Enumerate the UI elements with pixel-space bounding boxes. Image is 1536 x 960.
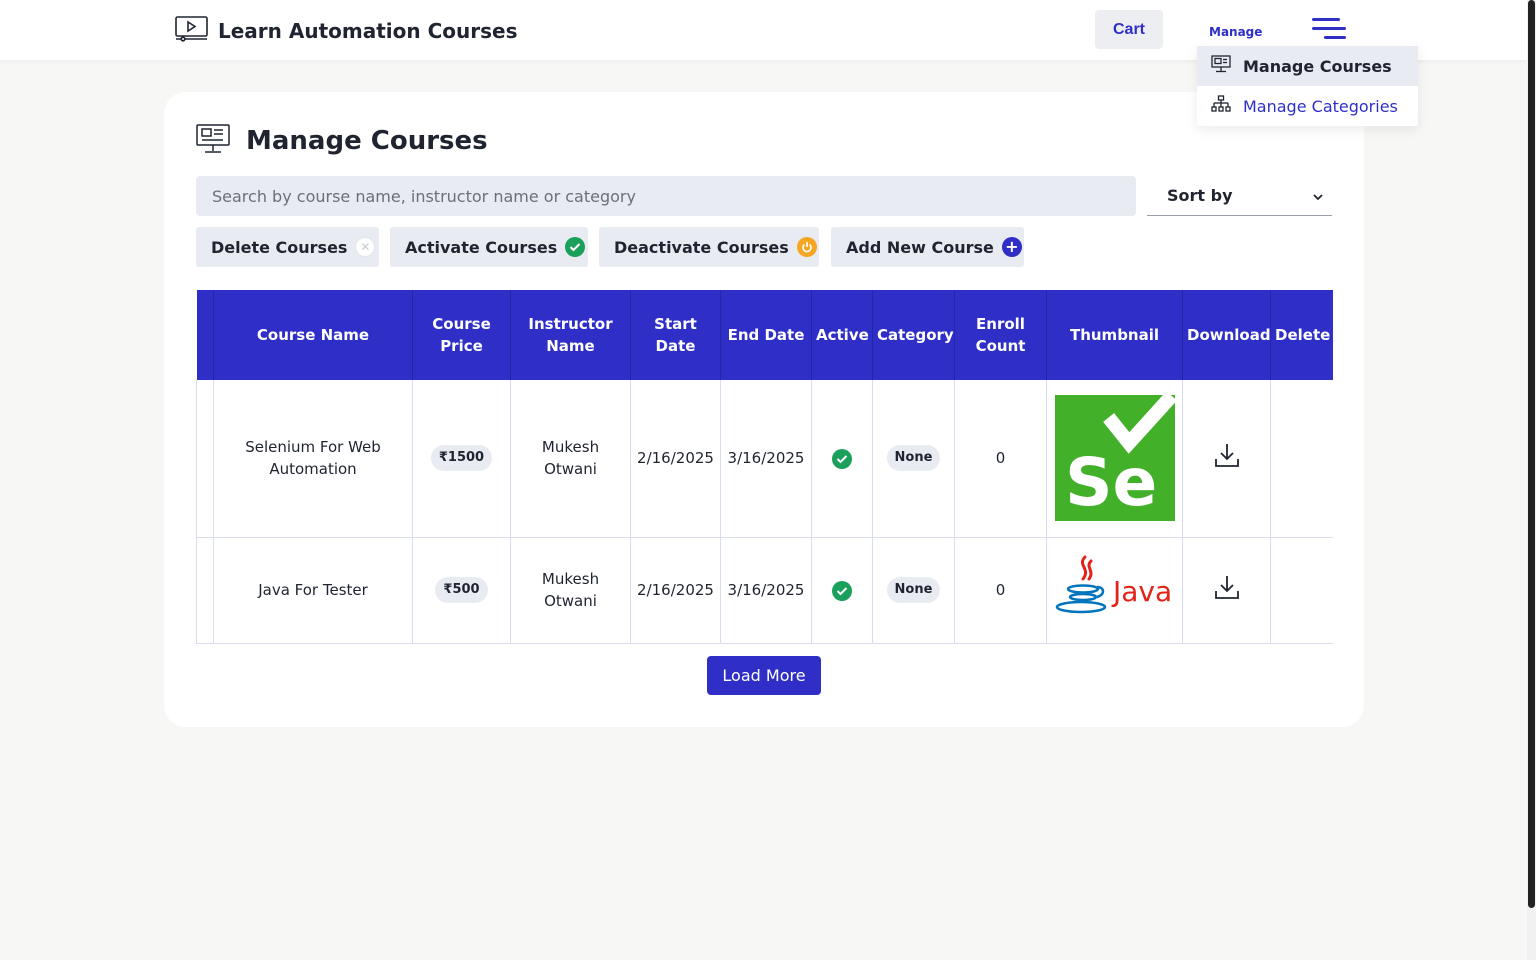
delete-cell[interactable] bbox=[1270, 380, 1333, 538]
table-row[interactable]: Selenium For Web Automation ₹1500 Mukesh O… bbox=[196, 380, 1333, 538]
activate-courses-button[interactable]: Activate Courses bbox=[390, 227, 588, 267]
header-category[interactable]: Category bbox=[872, 290, 955, 380]
course-name-cell: Java For Tester bbox=[213, 537, 413, 644]
download-cell bbox=[1182, 537, 1271, 644]
category-cell: None bbox=[872, 380, 955, 538]
java-logo-thumbnail: Java bbox=[1055, 555, 1175, 627]
video-monitor-icon bbox=[175, 16, 208, 46]
menu-item-manage-categories[interactable]: Manage Categories bbox=[1197, 86, 1418, 126]
check-circle-icon bbox=[832, 580, 852, 601]
course-price-cell: ₹500 bbox=[412, 537, 511, 644]
menu-item-label: Manage Categories bbox=[1243, 96, 1398, 116]
enroll-count-cell: 0 bbox=[954, 380, 1047, 538]
cart-button[interactable]: Cart bbox=[1095, 10, 1163, 49]
deactivate-courses-button[interactable]: Deactivate Courses bbox=[599, 227, 819, 267]
plus-icon: + bbox=[1001, 237, 1022, 257]
course-name-cell: Selenium For Web Automation bbox=[213, 380, 413, 538]
vertical-scrollbar-thumb[interactable] bbox=[1528, 0, 1535, 908]
power-icon bbox=[796, 237, 817, 257]
hamburger-menu-icon[interactable] bbox=[1312, 18, 1346, 40]
manage-dropdown-menu: Manage Courses Manage Categories bbox=[1197, 46, 1418, 126]
chevron-down-icon bbox=[1312, 186, 1324, 205]
header-enroll-count[interactable]: Enroll Count bbox=[954, 290, 1047, 380]
page-title: Manage Courses bbox=[246, 126, 488, 156]
row-select-cell[interactable] bbox=[196, 537, 214, 644]
monitor-icon bbox=[1211, 55, 1231, 77]
courses-table: Course Name Course Price Instructor Name S… bbox=[196, 290, 1333, 644]
thumbnail-cell: Java bbox=[1046, 537, 1183, 644]
menu-item-label: Manage Courses bbox=[1243, 56, 1392, 76]
header-end-date[interactable]: End Date bbox=[720, 290, 812, 380]
category-badge: None bbox=[886, 577, 941, 603]
category-cell: None bbox=[872, 537, 955, 644]
button-label: Delete Courses bbox=[211, 237, 348, 257]
active-cell bbox=[811, 380, 873, 538]
enroll-count-cell: 0 bbox=[954, 537, 1047, 644]
load-more-button[interactable]: Load More bbox=[707, 656, 821, 695]
price-badge: ₹500 bbox=[435, 577, 488, 603]
check-circle-icon bbox=[832, 448, 852, 469]
instructor-name-cell: Mukesh Otwani bbox=[510, 380, 631, 538]
header-thumbnail: Thumbnail bbox=[1046, 290, 1183, 380]
header-course-price[interactable]: Course Price bbox=[412, 290, 511, 380]
end-date-cell: 3/16/2025 bbox=[720, 537, 812, 644]
active-cell bbox=[811, 537, 873, 644]
selenium-logo-thumbnail: Se bbox=[1054, 391, 1177, 522]
download-icon[interactable] bbox=[1214, 576, 1240, 604]
brand[interactable]: Learn Automation Courses bbox=[175, 16, 517, 46]
header-download: Download bbox=[1182, 290, 1271, 380]
header-active[interactable]: Active bbox=[811, 290, 873, 380]
menu-item-manage-courses[interactable]: Manage Courses bbox=[1197, 46, 1418, 86]
header-instructor-name[interactable]: Instructor Name bbox=[510, 290, 631, 380]
download-icon[interactable] bbox=[1214, 444, 1240, 472]
select-column-header bbox=[196, 290, 214, 380]
manage-label[interactable]: Manage bbox=[1209, 25, 1262, 39]
hierarchy-icon bbox=[1211, 95, 1231, 117]
table-header-row: Course Name Course Price Instructor Name S… bbox=[196, 290, 1333, 380]
svg-text:Se: Se bbox=[1065, 444, 1157, 521]
delete-courses-button[interactable]: Delete Courses ✕ bbox=[196, 227, 379, 267]
sort-by-label: Sort by bbox=[1167, 186, 1233, 205]
row-select-cell[interactable] bbox=[196, 380, 214, 538]
thumbnail-cell: Se bbox=[1046, 380, 1183, 538]
start-date-cell: 2/16/2025 bbox=[630, 380, 721, 538]
course-price-cell: ₹1500 bbox=[412, 380, 511, 538]
category-badge: None bbox=[886, 445, 941, 472]
header-course-name[interactable]: Course Name bbox=[213, 290, 413, 380]
button-label: Deactivate Courses bbox=[614, 237, 789, 257]
monitor-icon bbox=[196, 124, 230, 158]
button-label: Activate Courses bbox=[405, 237, 558, 257]
download-cell bbox=[1182, 380, 1271, 538]
svg-text:Java: Java bbox=[1111, 575, 1172, 608]
sort-by-select[interactable]: Sort by bbox=[1147, 176, 1332, 216]
brand-title: Learn Automation Courses bbox=[218, 19, 518, 43]
table-row[interactable]: Java For Tester ₹500 Mukesh Otwani 2/16/2… bbox=[196, 537, 1333, 644]
close-icon: ✕ bbox=[355, 237, 376, 257]
header-delete: Delete bbox=[1270, 290, 1333, 380]
page-heading: Manage Courses bbox=[196, 124, 488, 158]
check-circle-icon bbox=[565, 237, 586, 257]
start-date-cell: 2/16/2025 bbox=[630, 537, 721, 644]
price-badge: ₹1500 bbox=[430, 445, 493, 472]
end-date-cell: 3/16/2025 bbox=[720, 380, 812, 538]
button-label: Add New Course bbox=[846, 237, 994, 257]
delete-cell[interactable] bbox=[1270, 537, 1333, 644]
instructor-name-cell: Mukesh Otwani bbox=[510, 537, 631, 644]
add-new-course-button[interactable]: Add New Course + bbox=[831, 227, 1024, 267]
header-start-date[interactable]: Start Date bbox=[630, 290, 721, 380]
search-input[interactable] bbox=[196, 176, 1136, 216]
